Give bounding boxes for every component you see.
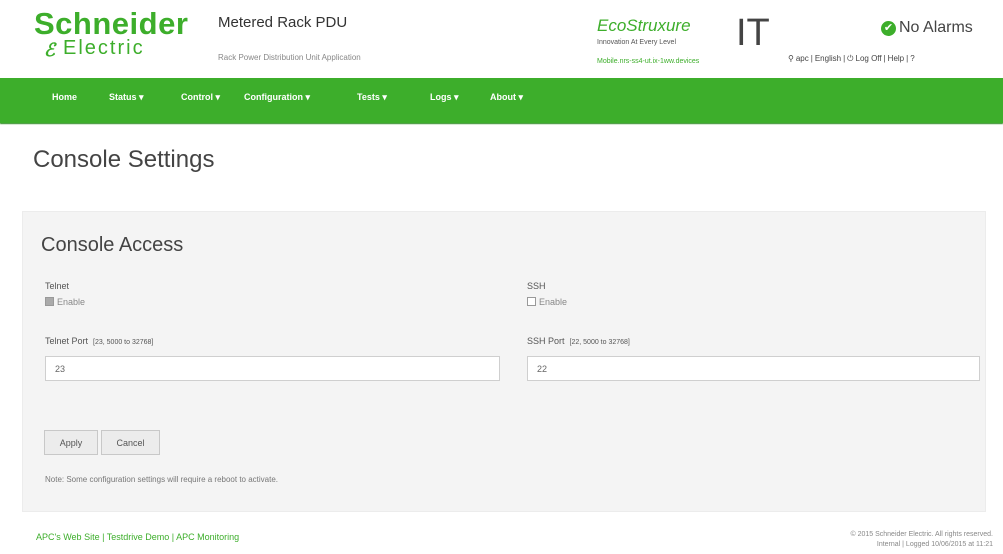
ecostruxure-logo: EcoStruxure xyxy=(597,16,691,35)
telnet-port-label-text: Telnet Port xyxy=(45,336,89,346)
section-title: Console Access xyxy=(41,234,184,256)
telnet-port-input[interactable]: 23 xyxy=(45,356,500,381)
it-logo: IT xyxy=(736,12,770,54)
nav-home[interactable]: Home xyxy=(52,92,77,102)
logo-subtitle: Electric xyxy=(63,37,145,59)
user-icon: ⚲ xyxy=(788,54,794,63)
logoff-icon: ⏻ xyxy=(847,54,854,63)
telnet-label: Telnet xyxy=(45,281,70,291)
ecostruxure-link[interactable]: Mobile.nrs-ss4-ut.ix-1ww.devices xyxy=(597,58,699,65)
user-link[interactable]: apc xyxy=(796,54,809,63)
ssh-label: SSH xyxy=(527,281,546,291)
telnet-port-range: [23, 5000 to 32768] xyxy=(93,339,154,346)
reboot-note: Note: Some configuration settings will r… xyxy=(45,475,279,484)
header: Schneider ℰ Electric Metered Rack PDU Ra… xyxy=(0,0,1003,78)
alarm-status-label: No Alarms xyxy=(899,19,973,36)
product-title: Metered Rack PDU xyxy=(218,14,348,31)
main-nav: Home Status ▾ Control ▾ Configuration ▾ … xyxy=(0,78,1003,123)
ssh-port-input[interactable]: 22 xyxy=(527,356,980,381)
help-icon[interactable]: ? xyxy=(910,54,914,63)
user-links: ⚲ apc | English | ⏻ Log Off | Help |? xyxy=(788,54,915,63)
copyright-text: © 2015 Schneider Electric. All rights re… xyxy=(850,531,993,538)
ssh-port-label-text: SSH Port xyxy=(527,336,565,346)
language-link[interactable]: English xyxy=(815,54,841,63)
ssh-port-label: SSH Port [22, 5000 to 32768] xyxy=(527,336,630,346)
nav-tests[interactable]: Tests ▾ xyxy=(357,92,387,103)
session-info: Internal | Logged 10/06/2015 at 11:21 xyxy=(876,541,993,548)
nav-about[interactable]: About ▾ xyxy=(490,92,523,103)
telnet-enable-label: Enable xyxy=(57,297,86,307)
nav-logs[interactable]: Logs ▾ xyxy=(430,92,459,103)
logoff-link[interactable]: Log Off xyxy=(856,54,882,63)
ecostruxure-tagline: Innovation At Every Level xyxy=(597,39,676,46)
checkbox-checked-icon[interactable] xyxy=(45,297,54,306)
nav-status[interactable]: Status ▾ xyxy=(109,92,144,103)
help-link[interactable]: Help xyxy=(888,54,904,63)
ssh-enable-label: Enable xyxy=(539,297,568,307)
electric-logo-icon: ℰ xyxy=(44,40,55,60)
cancel-button[interactable]: Cancel xyxy=(101,430,160,455)
ssh-port-range: [22, 5000 to 32768] xyxy=(569,339,630,346)
footer-links[interactable]: APC's Web Site | Testdrive Demo | APC Mo… xyxy=(36,532,239,542)
telnet-enable-checkbox[interactable]: Enable xyxy=(45,297,85,307)
alarm-status[interactable]: ✔ No Alarms xyxy=(881,19,973,37)
apply-button[interactable]: Apply xyxy=(44,430,98,455)
page-title: Console Settings xyxy=(33,146,215,173)
nav-configuration[interactable]: Configuration ▾ xyxy=(244,92,310,103)
ssh-enable-checkbox[interactable]: Enable xyxy=(527,297,567,307)
nav-control[interactable]: Control ▾ xyxy=(181,92,220,103)
check-circle-icon: ✔ xyxy=(881,21,896,36)
telnet-port-label: Telnet Port [23, 5000 to 32768] xyxy=(45,336,153,346)
checkbox-unchecked-icon[interactable] xyxy=(527,297,536,306)
copyright: © 2015 Schneider Electric. All rights re… xyxy=(850,530,993,550)
product-subtitle: Rack Power Distribution Unit Application xyxy=(218,53,361,62)
